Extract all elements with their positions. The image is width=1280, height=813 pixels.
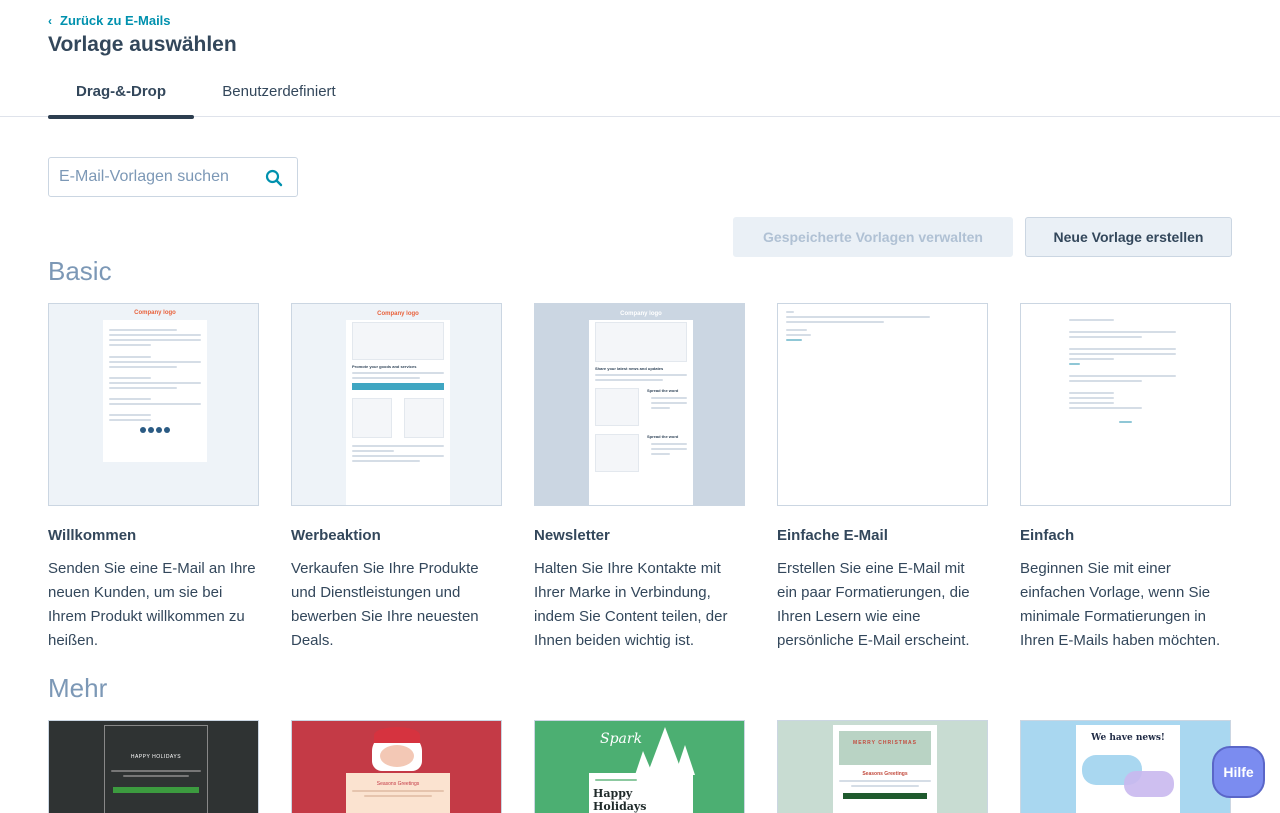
thumb-subheading: Spread the word xyxy=(647,388,679,393)
template-thumbnail xyxy=(777,303,988,506)
thumb-subheading: Spread the word xyxy=(647,434,679,439)
template-card-basic[interactable]: Einfach Beginnen Sie mit einer einfachen… xyxy=(1020,303,1231,653)
template-thumbnail: Company logo Promote your goods and serv… xyxy=(291,303,502,506)
thumb-heading: Happy Holidays xyxy=(593,787,647,813)
company-logo-text: Company logo xyxy=(134,310,176,316)
template-card-more-2[interactable]: Seasons Greetings xyxy=(291,720,502,813)
search-input[interactable] xyxy=(49,168,249,186)
create-new-template-button[interactable]: Neue Vorlage erstellen xyxy=(1025,217,1232,257)
template-card-more-5[interactable]: We have news! xyxy=(1020,720,1231,813)
template-thumbnail: Spark Happy Holidays xyxy=(534,720,745,813)
company-logo-text: Company logo xyxy=(377,311,419,317)
template-card-promotion[interactable]: Company logo Promote your goods and serv… xyxy=(291,303,502,653)
email-preview: Company logo Share your latest news and … xyxy=(589,311,693,505)
thumb-subheading: Seasons Greetings xyxy=(862,771,908,777)
thumb-heading: Promote your goods and services xyxy=(352,364,417,369)
template-description: Erstellen Sie eine E-Mail mit ein paar F… xyxy=(777,560,970,649)
template-thumbnail: Seasons Greetings xyxy=(291,720,502,813)
thumb-heading: Share your latest news and updates xyxy=(595,366,664,371)
template-title: Newsletter xyxy=(534,527,610,544)
template-title: Werbeaktion xyxy=(291,527,381,544)
template-card-simple-email[interactable]: Einfache E-Mail Erstellen Sie eine E-Mai… xyxy=(777,303,988,653)
template-thumbnail xyxy=(1020,303,1231,506)
template-title: Einfache E-Mail xyxy=(777,527,888,544)
back-link-label: Zurück zu E-Mails xyxy=(60,13,171,28)
template-thumbnail: Company logo xyxy=(48,303,259,506)
email-preview: Company logo xyxy=(103,310,207,462)
section-title-basic: Basic xyxy=(48,256,112,286)
template-card-more-4[interactable]: MERRY CHRISTMAS Seasons Greetings xyxy=(777,720,988,813)
search-icon[interactable] xyxy=(265,169,283,187)
template-description: Beginnen Sie mit einer einfachen Vorlage… xyxy=(1020,560,1221,649)
template-card-more-3[interactable]: Spark Happy Holidays xyxy=(534,720,745,813)
page-title: Vorlage auswählen xyxy=(48,33,237,56)
template-thumbnail: MERRY CHRISTMAS Seasons Greetings xyxy=(777,720,988,813)
company-logo-text: Company logo xyxy=(620,311,662,317)
template-title: Willkommen xyxy=(48,527,137,544)
template-card-welcome[interactable]: Company logo Willkommen Senden Sie eine … xyxy=(48,303,259,653)
template-thumbnail: Company logo Share your latest news and … xyxy=(534,303,745,506)
thumb-heading: HAPPY HOLIDAYS xyxy=(130,754,182,760)
chevron-left-icon: ‹ xyxy=(48,13,52,28)
tab-bar: Drag-&-Drop Benutzerdefiniert xyxy=(48,68,364,119)
template-description: Verkaufen Sie Ihre Produkte und Dienstle… xyxy=(291,560,479,649)
template-description: Halten Sie Ihre Kontakte mit Ihrer Marke… xyxy=(534,560,728,649)
social-icons xyxy=(103,427,207,433)
thumb-heading: MERRY CHRISTMAS xyxy=(853,740,917,746)
template-card-newsletter[interactable]: Company logo Share your latest news and … xyxy=(534,303,745,653)
back-to-emails-link[interactable]: ‹ Zurück zu E-Mails xyxy=(48,13,171,28)
thumb-heading: Seasons Greetings xyxy=(376,781,420,787)
search-box xyxy=(48,157,298,197)
template-card-more-1[interactable]: HAPPY HOLIDAYS xyxy=(48,720,259,813)
header: ‹ Zurück zu E-Mails Vorlage auswählen Dr… xyxy=(0,0,1280,119)
help-button[interactable]: Hilfe xyxy=(1212,746,1265,798)
thumb-heading: We have news! xyxy=(1091,733,1165,743)
manage-saved-templates-button[interactable]: Gespeicherte Vorlagen verwalten xyxy=(733,217,1013,257)
section-title-more: Mehr xyxy=(48,673,108,703)
tab-custom[interactable]: Benutzerdefiniert xyxy=(194,68,364,118)
template-title: Einfach xyxy=(1020,527,1075,544)
template-description: Senden Sie eine E-Mail an Ihre neuen Kun… xyxy=(48,560,256,649)
template-thumbnail: We have news! xyxy=(1020,720,1231,813)
email-preview: Company logo Promote your goods and serv… xyxy=(346,311,450,505)
template-thumbnail: HAPPY HOLIDAYS xyxy=(48,720,259,813)
tab-drag-and-drop[interactable]: Drag-&-Drop xyxy=(48,68,194,119)
